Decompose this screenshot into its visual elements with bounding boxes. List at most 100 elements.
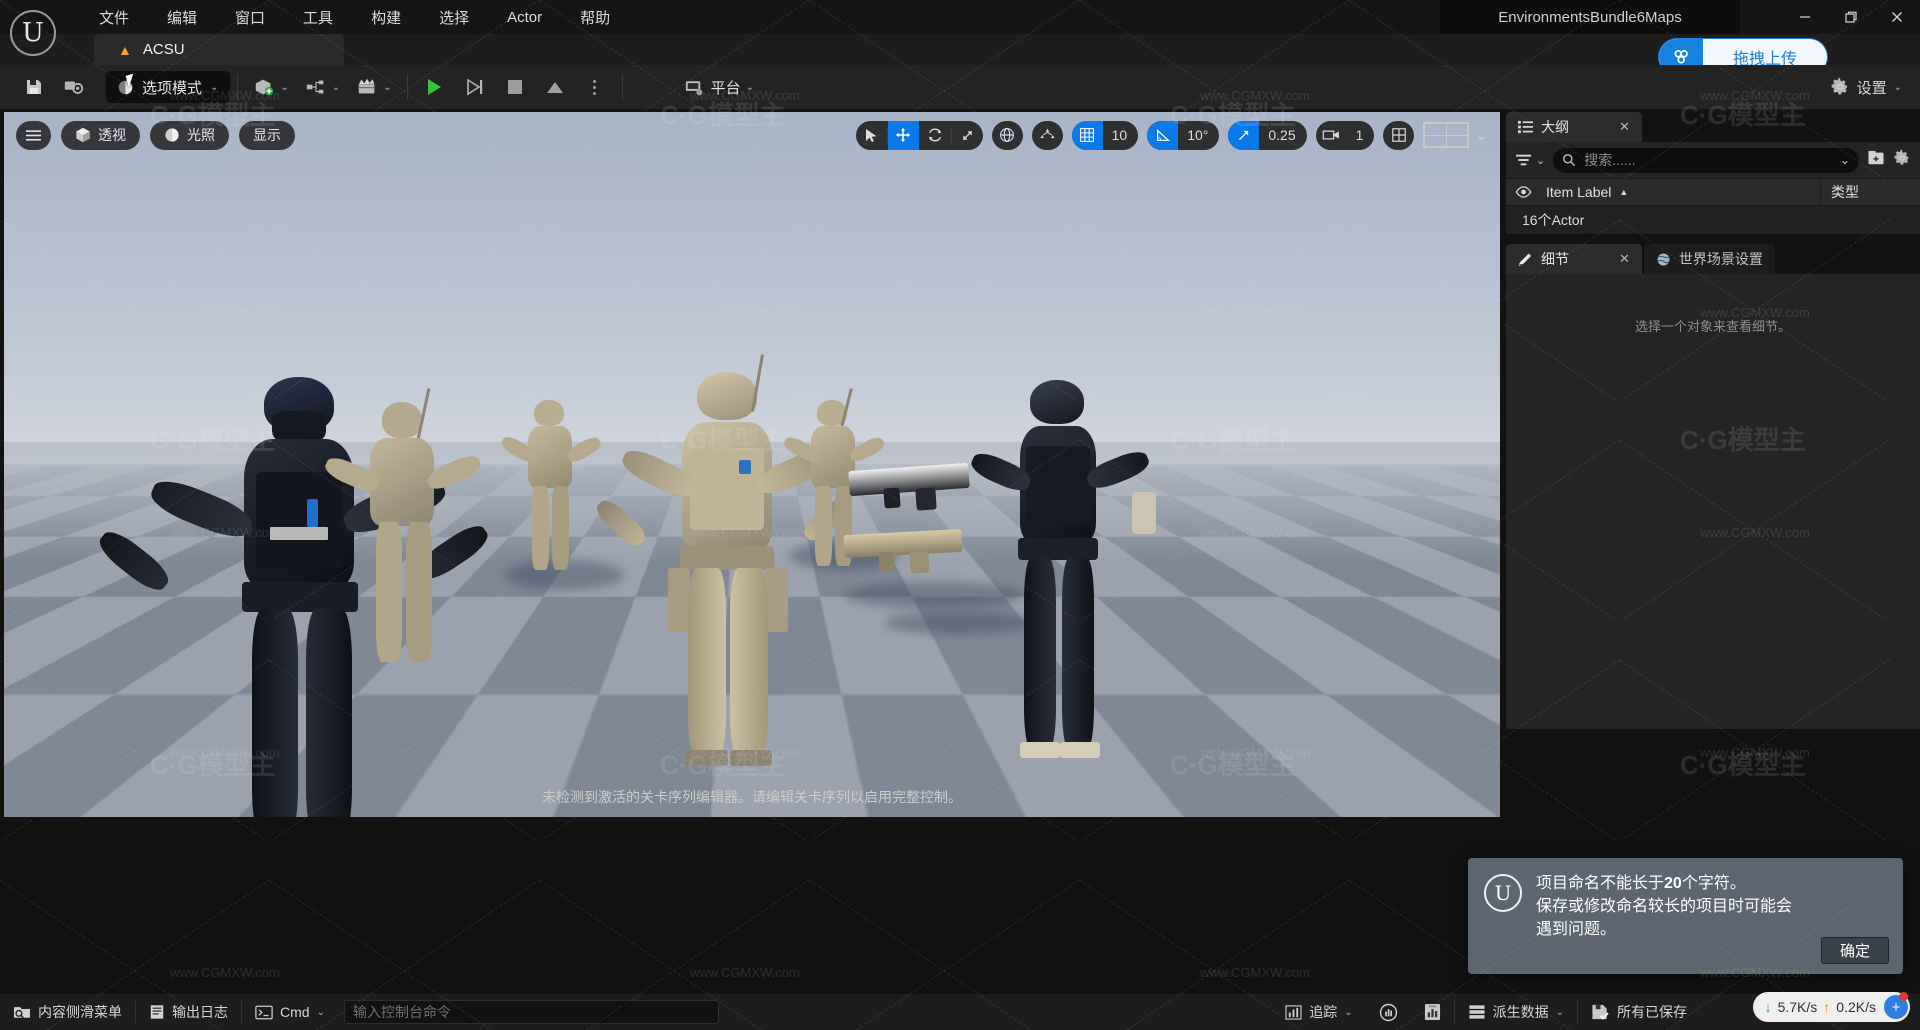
outliner-filter-button[interactable]: ⌄ <box>1515 153 1545 167</box>
chevron-down-icon[interactable]: ⌄ <box>1475 126 1488 144</box>
performance-button[interactable] <box>1366 994 1411 1030</box>
add-actor-button[interactable]: ⌄ <box>248 71 293 103</box>
platform-dropdown[interactable]: 平台 ⌄ <box>678 71 759 103</box>
tab-outliner-label: 大纲 <box>1541 119 1569 135</box>
viewport-show-dropdown[interactable]: 显示 <box>239 120 295 150</box>
character-chest-badge <box>739 460 751 474</box>
close-icon[interactable]: ✕ <box>1619 119 1630 135</box>
console-command-input[interactable]: 输入控制台命令 <box>343 1000 719 1024</box>
menu-tools[interactable]: 工具 <box>284 0 352 34</box>
menu-build[interactable]: 构建 <box>352 0 420 34</box>
angle-snap-value[interactable]: 10° <box>1178 121 1219 150</box>
eject-button[interactable] <box>538 71 572 103</box>
grid-snap-icon[interactable] <box>1071 120 1103 150</box>
maximize-button[interactable] <box>1828 0 1874 34</box>
minimize-button[interactable] <box>1782 0 1828 34</box>
source-control-button[interactable] <box>57 71 91 103</box>
camera-speed-group[interactable]: 1 <box>1315 120 1375 150</box>
trace-dropdown[interactable]: 追踪 ⌄ <box>1272 994 1365 1030</box>
chevron-down-icon[interactable]: ⌄ <box>1840 153 1850 167</box>
character-soldier-rear-left[interactable] <box>304 388 504 692</box>
grid-snap-value[interactable]: 10 <box>1103 121 1139 150</box>
confirm-button[interactable]: 确定 <box>1821 937 1889 964</box>
chevron-down-icon: ⌄ <box>1536 154 1546 167</box>
notification-line-1: 项目命名不能长于20个字符。 <box>1536 872 1887 895</box>
step-button[interactable] <box>458 71 492 103</box>
tab-world-settings[interactable]: 世界场景设置 <box>1643 244 1775 274</box>
notification-toast[interactable]: U 项目命名不能长于20个字符。 保存或修改命名较长的项目时可能会 遇到问题。 … <box>1468 858 1903 974</box>
column-item-label[interactable]: Item Label ▲ <box>1540 184 1820 200</box>
cinematics-button[interactable]: ⌄ <box>351 71 396 103</box>
play-button[interactable] <box>418 71 452 103</box>
tab-details[interactable]: 细节 ✕ <box>1506 244 1642 274</box>
download-arrow-icon: ↓ <box>1764 999 1772 1015</box>
character-leg-left <box>532 486 549 570</box>
menu-items: 文件 编辑 窗口 工具 构建 选择 Actor 帮助 <box>80 0 629 34</box>
viewport-lighting-dropdown[interactable]: 光照 <box>150 120 229 150</box>
derived-data-dropdown[interactable]: 派生数据 ⌄ <box>1455 994 1577 1030</box>
move-gizmo-icon[interactable] <box>887 120 919 150</box>
main-toolbar: 选项模式 ⌄ ⌄ ⌄ ⌄ 平台 ⌄ 设置 ⌄ <box>0 65 1920 109</box>
settings-dropdown[interactable]: 设置 ⌄ <box>1830 73 1902 101</box>
menu-edit[interactable]: 编辑 <box>148 0 216 34</box>
stop-button[interactable] <box>498 71 532 103</box>
toolbar-divider <box>621 74 623 100</box>
tab-outliner[interactable]: 大纲 ✕ <box>1506 112 1642 142</box>
scale-gizmo-icon[interactable] <box>952 121 983 150</box>
character-soldier-mid-left[interactable] <box>494 400 604 575</box>
table-row[interactable]: 16个Actor <box>1506 206 1920 234</box>
viewport-grid-button[interactable] <box>1383 120 1415 150</box>
outliner-settings-button[interactable] <box>1893 149 1911 172</box>
coordinate-space-button[interactable] <box>991 120 1023 150</box>
chevron-down-icon: ⌄ <box>745 81 754 93</box>
grid-snap-group[interactable]: 10 <box>1071 120 1139 150</box>
output-log-button[interactable]: 输出日志 <box>136 994 241 1030</box>
viewport-layout-group[interactable]: ⌄ <box>1423 122 1488 148</box>
angle-snap-icon[interactable] <box>1147 120 1179 150</box>
close-button[interactable] <box>1874 0 1920 34</box>
column-type[interactable]: 类型 <box>1820 179 1920 205</box>
content-drawer-button[interactable]: 内容侧滑菜单 <box>0 994 135 1030</box>
network-speed-indicator[interactable]: ↓ 5.7K/s ↑ 0.2K/s + <box>1752 992 1910 1022</box>
derived-data-label: 派生数据 <box>1492 1004 1549 1020</box>
eye-icon[interactable] <box>1506 186 1540 198</box>
outliner-tabbar: 大纲 ✕ <box>1506 112 1920 142</box>
close-icon[interactable]: ✕ <box>1619 251 1630 267</box>
scale-snap-value[interactable]: 0.25 <box>1259 121 1306 150</box>
select-arrow-icon[interactable] <box>856 121 887 150</box>
search-input[interactable]: 搜索...... ⌄ <box>1553 147 1859 173</box>
blueprints-button[interactable]: ⌄ <box>300 71 345 103</box>
rotate-gizmo-icon[interactable] <box>920 121 951 150</box>
project-tab-row: ▲ ACSU <box>0 34 1920 65</box>
unreal-engine-logo-icon[interactable]: U <box>10 10 56 56</box>
menu-select[interactable]: 选择 <box>420 0 488 34</box>
chevron-down-icon: ⌄ <box>210 81 219 93</box>
angle-snap-group[interactable]: 10° <box>1147 120 1220 150</box>
viewport-menu-button[interactable] <box>16 120 51 150</box>
stats-button[interactable] <box>1411 994 1454 1030</box>
search-icon <box>1563 154 1576 167</box>
content-drawer-icon <box>14 1007 30 1019</box>
project-tab[interactable]: ▲ ACSU <box>94 34 344 65</box>
outliner-add-button[interactable] <box>1867 150 1885 171</box>
character-boot-left <box>1020 742 1060 758</box>
character-boot-left <box>686 750 728 766</box>
surface-snap-button[interactable] <box>1031 120 1063 150</box>
viewport-perspective-dropdown[interactable]: 透视 <box>61 120 140 150</box>
menu-file[interactable]: 文件 <box>80 0 148 34</box>
menu-window[interactable]: 窗口 <box>216 0 284 34</box>
viewport-menu-icon <box>26 129 41 141</box>
camera-speed-value[interactable]: 1 <box>1347 121 1375 150</box>
cmd-dropdown[interactable]: Cmd ⌄ <box>242 994 338 1030</box>
menu-actor[interactable]: Actor <box>488 0 561 34</box>
level-viewport[interactable]: 透视 光照 显示 10 10° 0.25 1 ⌄ 未检测到激活的关卡序列编辑器。… <box>4 112 1500 817</box>
menu-help[interactable]: 帮助 <box>561 0 629 34</box>
save-button[interactable] <box>17 71 51 103</box>
character-trooper-right[interactable] <box>964 380 1156 780</box>
chevron-down-icon: ⌄ <box>280 81 289 93</box>
play-more-options-button[interactable] <box>578 71 612 103</box>
character-boot-right <box>1060 742 1100 758</box>
all-saved-button[interactable]: 所有已保存 <box>1578 994 1700 1030</box>
scale-snap-group[interactable]: 0.25 <box>1228 120 1307 150</box>
scale-snap-icon[interactable] <box>1228 120 1260 150</box>
